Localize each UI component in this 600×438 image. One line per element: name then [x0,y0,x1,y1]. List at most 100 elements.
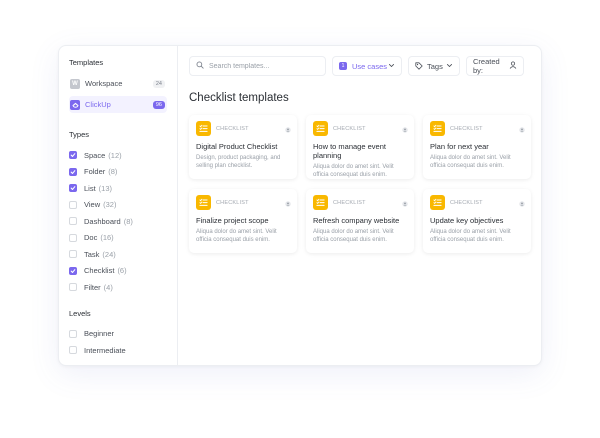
checklist-icon [196,195,211,210]
checkbox[interactable] [69,217,77,226]
created-by-dropdown[interactable]: Created by: [466,56,524,76]
user-avatar-icon [285,120,291,138]
levels-heading: Levels [69,308,91,318]
type-filter-label: Space [84,150,106,160]
card-description: Aliqua dolor do amet sint. Velit officia… [196,229,277,243]
checkbox[interactable] [69,329,77,338]
type-filter-label: Task [84,249,100,259]
use-cases-label: Use cases [352,61,388,71]
card-category: CHECKLIST [450,125,483,132]
user-avatar-icon [519,120,525,138]
type-filter-count: (32) [103,200,117,210]
type-filter-view[interactable]: View (32) [69,197,167,214]
template-count-badge: 96 [152,100,165,109]
template-source-clickup[interactable]: ClickUp 96 [69,96,167,113]
type-filter-count: (8) [123,216,133,226]
type-filter-label: View [84,200,101,210]
level-filter-label: Beginner [84,329,115,339]
type-filter-count: (12) [108,150,122,160]
checkbox[interactable] [69,283,77,292]
template-card[interactable]: CHECKLIST Plan for next year Aliqua dolor … [423,115,531,179]
checkbox[interactable] [69,200,77,209]
user-avatar-icon [519,194,525,212]
chevron-down-icon [388,62,395,71]
checkbox[interactable] [69,184,77,193]
type-filter-count: (8) [108,167,118,177]
type-filter-space[interactable]: Space (12) [69,147,167,164]
section-title: Checklist templates [189,92,289,104]
template-source-workspace[interactable]: W Workspace 24 [69,75,167,92]
level-filter-intermediate[interactable]: Intermediate [69,342,167,359]
checkbox[interactable] [69,250,77,259]
type-filter-label: Doc [84,233,98,243]
template-card[interactable]: CHECKLIST Update key objectives Aliqua dol… [423,189,531,253]
type-filter-label: Filter [84,282,101,292]
type-filter-label: List [84,183,96,193]
type-filter-task[interactable]: Task (24) [69,246,167,263]
type-filter-list[interactable]: List (13) [69,180,167,197]
card-header: CHECKLIST [430,121,524,136]
user-avatar-icon [285,194,291,212]
level-filter-label: Intermediate [84,345,126,355]
checkbox[interactable] [69,346,77,355]
checkbox[interactable] [69,233,77,242]
card-description: Aliqua dolor do amet sint. Velit officia… [430,155,511,169]
checklist-icon [430,121,445,136]
clickup-logo-icon [70,99,80,110]
search-icon [196,61,209,71]
card-category: CHECKLIST [450,199,483,206]
templates-heading: Templates [69,58,104,67]
card-title: How to manage event planning [313,142,386,160]
card-description: Aliqua dolor do amet sint. Velit officia… [313,164,394,178]
template-card[interactable]: CHECKLIST Digital Product Checklist Design… [189,115,297,179]
template-card[interactable]: CHECKLIST Refresh company website Aliqua d… [306,189,414,253]
type-filter-doc[interactable]: Doc (16) [69,230,167,247]
card-header: CHECKLIST [430,195,524,210]
search-input[interactable] [209,62,319,70]
card-header: CHECKLIST [196,195,290,210]
card-description: Aliqua dolor do amet sint. Velit officia… [430,229,511,243]
card-title: Plan for next year [430,142,489,151]
template-count-badge: 24 [152,79,165,88]
tags-label: Tags [427,61,443,71]
template-source-label: Workspace [85,79,123,88]
checkbox[interactable] [69,167,77,176]
card-category: CHECKLIST [216,125,249,132]
checklist-icon [196,121,211,136]
created-by-label: Created by: [473,57,500,75]
card-title: Finalize project scope [196,216,269,225]
type-filter-folder[interactable]: Folder (8) [69,164,167,181]
template-card[interactable]: CHECKLIST How to manage event planning Ali… [306,115,414,179]
level-filter-beginner[interactable]: Beginner [69,326,167,343]
checkbox[interactable] [69,151,77,160]
chevron-down-icon [446,62,453,71]
card-category: CHECKLIST [216,199,249,206]
types-heading: Types [69,130,90,139]
type-filter-filter[interactable]: Filter (4) [69,279,167,296]
card-description: Aliqua dolor do amet sint. Velit officia… [313,229,394,243]
tags-dropdown[interactable]: Tags [408,56,460,76]
use-cases-dropdown[interactable]: 1 Use cases [332,56,402,76]
templates-toolbar: 1 Use cases Tags Created by: [189,56,531,76]
type-filter-dashboard[interactable]: Dashboard (8) [69,213,167,230]
search-box[interactable] [189,56,326,76]
card-category: CHECKLIST [333,199,366,206]
type-filter-count: (16) [100,233,114,243]
checklist-icon [313,195,328,210]
card-category: CHECKLIST [333,125,366,132]
card-header: CHECKLIST [313,121,407,136]
user-icon [509,61,517,71]
user-avatar-icon [402,120,408,138]
type-filter-count: (6) [117,266,127,276]
use-cases-count-badge: 1 [339,62,347,70]
type-filter-checklist[interactable]: Checklist (6) [69,263,167,280]
checkbox[interactable] [69,266,77,275]
template-card-grid: CHECKLIST Digital Product Checklist Design… [189,115,531,253]
template-card[interactable]: CHECKLIST Finalize project scope Aliqua do… [189,189,297,253]
type-filter-label: Dashboard [84,216,121,226]
type-filter-label: Folder [84,167,106,177]
checklist-icon [430,195,445,210]
card-title: Digital Product Checklist [196,142,278,151]
checklist-icon [313,121,328,136]
card-header: CHECKLIST [196,121,290,136]
